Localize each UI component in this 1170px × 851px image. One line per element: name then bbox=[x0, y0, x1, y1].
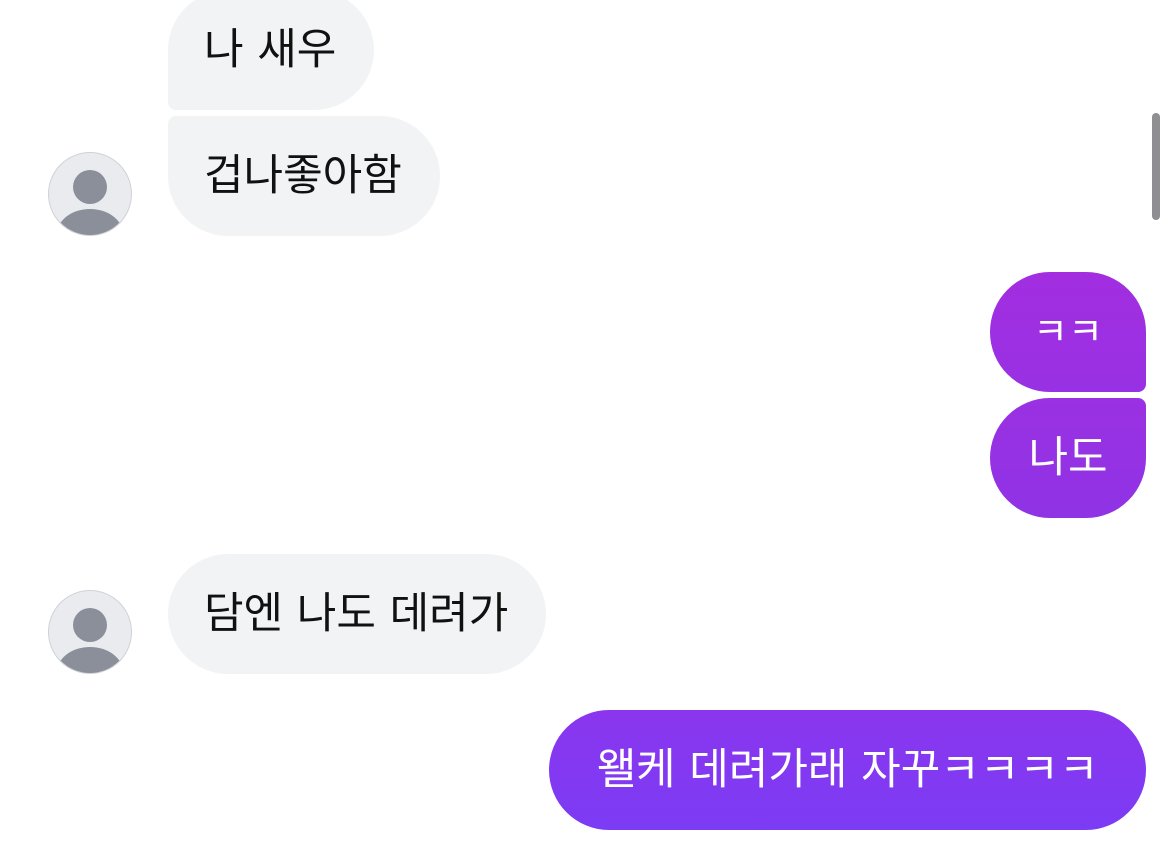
message-text: 나도 bbox=[1028, 432, 1108, 483]
incoming-message-bubble[interactable]: 담엔 나도 데려가 bbox=[168, 554, 547, 674]
scrollbar-thumb[interactable] bbox=[1152, 113, 1160, 220]
message-text: 담엔 나도 데려가 bbox=[204, 588, 509, 639]
avatar-head bbox=[73, 608, 107, 642]
outgoing-message-bubble[interactable]: ㅋㅋ bbox=[990, 272, 1146, 392]
avatar-body bbox=[57, 647, 123, 673]
avatar-head bbox=[73, 170, 107, 204]
incoming-message-bubble[interactable]: 겁나좋아함 bbox=[168, 116, 440, 236]
chat-thread: 나 새우 겁나좋아함 ㅋㅋ 나도 담엔 나도 데려가 왤케 데려가래 자꾸ㅋㅋㅋ… bbox=[0, 0, 1170, 851]
avatar-body bbox=[57, 209, 123, 235]
sender-avatar-icon[interactable] bbox=[48, 152, 132, 236]
message-text: 겁나좋아함 bbox=[204, 150, 402, 201]
message-text: 왤케 데려가래 자꾸ㅋㅋㅋㅋ bbox=[596, 744, 1099, 795]
outgoing-message-bubble[interactable]: 왤케 데려가래 자꾸ㅋㅋㅋㅋ bbox=[549, 710, 1146, 830]
message-text: ㅋㅋ bbox=[1033, 310, 1103, 354]
incoming-message-bubble[interactable]: 나 새우 bbox=[168, 0, 375, 110]
message-text: 나 새우 bbox=[204, 24, 337, 75]
outgoing-message-bubble[interactable]: 나도 bbox=[990, 398, 1146, 518]
sender-avatar-icon[interactable] bbox=[48, 590, 132, 674]
